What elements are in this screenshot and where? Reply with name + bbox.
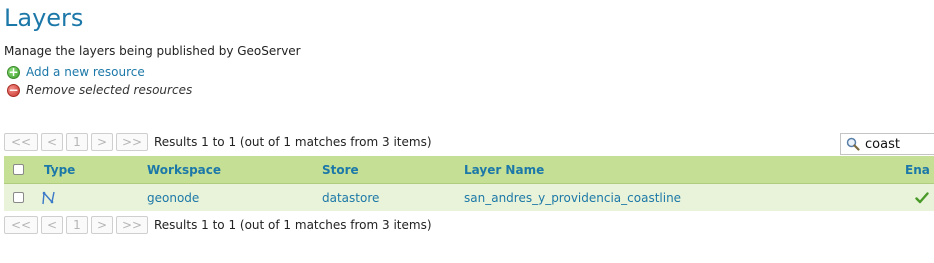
header-workspace[interactable]: Workspace [147,156,322,184]
store-link[interactable]: datastore [322,191,379,205]
pager-last-button[interactable]: >> [116,216,148,234]
header-layer-name[interactable]: Layer Name [464,156,905,184]
add-icon: + [7,64,20,79]
pager-info: Results 1 to 1 (out of 1 matches from 3 … [154,135,432,149]
pager-prev-button[interactable]: < [41,216,63,234]
remove-resources-link[interactable]: − Remove selected resources [7,82,192,98]
pager-page-button[interactable]: 1 [66,216,88,234]
line-layer-icon [42,191,55,204]
layer-name-link[interactable]: san_andres_y_providencia_coastline [464,191,681,205]
remove-resources-label: Remove selected resources [26,83,193,97]
row-enabled-cell [905,183,934,211]
header-store[interactable]: Store [322,156,464,184]
pager-first-button[interactable]: << [4,216,38,234]
search-box[interactable] [840,133,934,155]
select-all-checkbox[interactable] [13,164,24,175]
enabled-check-icon [915,191,929,203]
page-description: Manage the layers being published by Geo… [4,44,301,58]
table-header-row: Type Workspace Store Layer Name Ena [4,156,934,184]
header-enabled[interactable]: Ena [905,156,934,184]
page-title: Layers [4,4,84,32]
pager-bottom: << < 1 > >> Results 1 to 1 (out of 1 mat… [4,215,432,235]
workspace-link[interactable]: geonode [147,191,199,205]
layers-table: Type Workspace Store Layer Name Ena geon… [4,156,934,211]
select-all-cell [4,156,34,184]
row-workspace-cell: geonode [147,183,322,211]
table-row: geonode datastore san_andres_y_providenc… [4,183,934,211]
row-layer-name-cell: san_andres_y_providencia_coastline [464,183,905,211]
row-type-cell [34,183,147,211]
pager-top: << < 1 > >> Results 1 to 1 (out of 1 mat… [4,132,432,152]
search-icon [846,137,860,151]
pager-info: Results 1 to 1 (out of 1 matches from 3 … [154,218,432,232]
header-type[interactable]: Type [34,156,147,184]
pager-next-button[interactable]: > [91,216,113,234]
pager-last-button[interactable]: >> [116,133,148,151]
row-select-checkbox[interactable] [13,192,24,203]
pager-next-button[interactable]: > [91,133,113,151]
add-resource-link[interactable]: + Add a new resource [7,64,145,80]
pager-prev-button[interactable]: < [41,133,63,151]
search-input[interactable] [865,136,925,152]
add-resource-label[interactable]: Add a new resource [26,65,145,79]
row-store-cell: datastore [322,183,464,211]
pager-page-button[interactable]: 1 [66,133,88,151]
remove-icon: − [7,82,20,97]
pager-first-button[interactable]: << [4,133,38,151]
row-select-cell [4,183,34,211]
